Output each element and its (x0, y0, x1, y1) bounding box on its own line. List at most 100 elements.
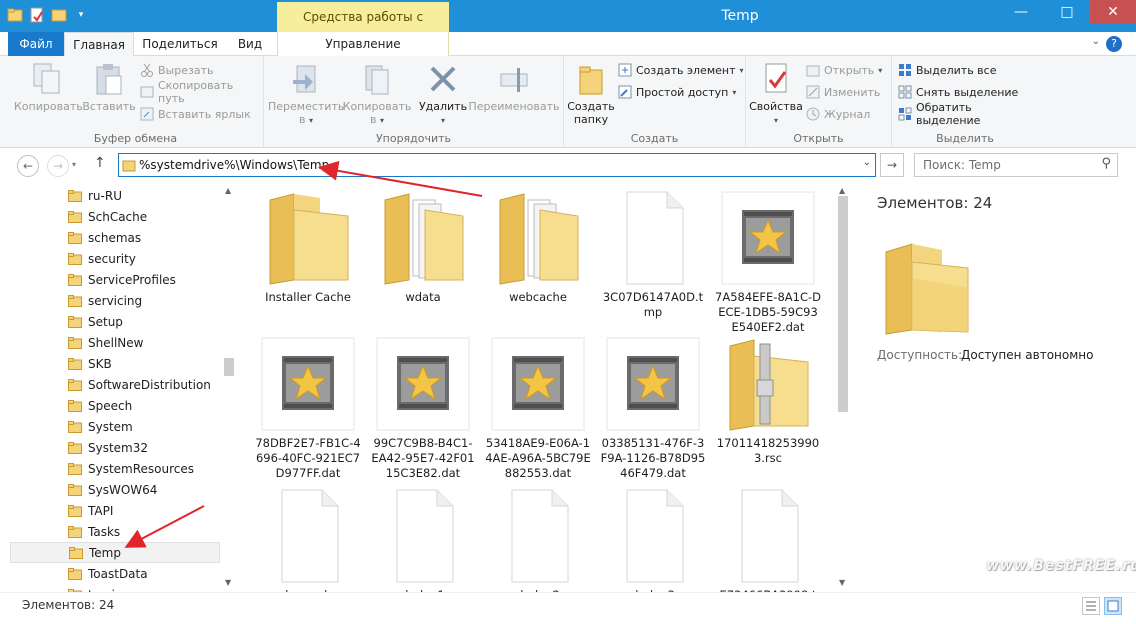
ribbon-expand-icon[interactable]: ⌄ (1092, 36, 1100, 47)
address-dropdown-icon[interactable]: ⌄ (863, 157, 871, 168)
watermark: www.BestFREE.ru (986, 558, 1136, 574)
copy-icon (30, 60, 64, 96)
paste-button[interactable]: Вставить (82, 60, 136, 113)
address-path[interactable]: %systemdrive%\Windows\Temp (139, 158, 329, 172)
tree-item-label: Tasks (88, 524, 121, 539)
properties-button[interactable]: Свойства ▾ (748, 60, 804, 127)
move-to-button[interactable]: Переместить в ▾ (268, 60, 344, 127)
maximize-button[interactable]: □ (1044, 0, 1090, 24)
forward-button[interactable]: → (47, 155, 69, 177)
file-name: 53418AE9-E06A-14AE-A96A-5BC79E882553.dat (485, 436, 591, 480)
tree-item-setup[interactable]: Setup (10, 311, 220, 332)
file-item[interactable]: 03385131-476F-3F9A-1126-B78D9546F479.dat (598, 336, 708, 481)
copy-path-label: Скопировать путь (158, 79, 234, 105)
refresh-button[interactable]: → (880, 153, 904, 177)
tree-item-tasks[interactable]: Tasks (10, 521, 220, 542)
tree-item-system[interactable]: System (10, 416, 220, 437)
cut-label: Вырезать (158, 63, 214, 77)
tree-item-toastdata[interactable]: ToastData (10, 563, 220, 584)
up-button[interactable]: ↑ (94, 155, 106, 171)
file-item[interactable]: 53418AE9-E06A-14AE-A96A-5BC79E882553.dat (483, 336, 593, 481)
file-thumbnail (375, 336, 471, 432)
address-bar[interactable]: %systemdrive%\Windows\Temp ⌄ (118, 153, 876, 177)
recent-locations-icon[interactable]: ▾ (72, 160, 76, 169)
tree-item-skb[interactable]: SKB (10, 353, 220, 374)
scroll-up-icon[interactable]: ▲ (225, 186, 231, 195)
select-all-button[interactable]: Выделить все (898, 60, 996, 80)
file-item[interactable]: E73466BA3998.tm (713, 488, 823, 592)
files-scroll-up-icon[interactable]: ▲ (839, 186, 845, 195)
tree-item-serviceprofiles[interactable]: ServiceProfiles (10, 269, 220, 290)
file-item[interactable]: drvlog1 (368, 488, 478, 592)
easy-access-button[interactable]: Простой доступ ▾ (618, 82, 736, 102)
navigation-pane-scrollbar[interactable]: ▲ ▼ (222, 182, 236, 592)
help-icon[interactable]: ? (1106, 36, 1122, 52)
tree-item-schemas[interactable]: schemas (10, 227, 220, 248)
new-item-button[interactable]: Создать элемент ▾ (618, 60, 744, 80)
file-list-scrollbar[interactable]: ▲ ▼ (836, 182, 850, 592)
details-view-button[interactable] (1082, 597, 1100, 615)
file-item[interactable]: 78DBF2E7-FB1C-4696-40FC-921EC7D977FF.dat (253, 336, 363, 481)
copy-button[interactable]: Копировать (14, 60, 83, 113)
open-button[interactable]: Открыть ▾ (806, 60, 882, 80)
file-item[interactable]: 99C7C9B8-B4C1-EA42-95E7-42F0115C3E82.dat (368, 336, 478, 481)
properties-qat-icon[interactable] (28, 6, 46, 24)
tree-item-speech[interactable]: Speech (10, 395, 220, 416)
file-item[interactable]: drvlog2 (483, 488, 593, 592)
tab-file[interactable]: Файл (8, 32, 64, 56)
edit-icon (806, 85, 820, 99)
blank-file-icon (511, 489, 569, 583)
file-item[interactable]: 170114182539903.rsc (713, 336, 823, 466)
copy-path-button[interactable]: Скопировать путь (140, 79, 263, 105)
file-item[interactable]: 3C07D6147A0D.tmp (598, 190, 708, 320)
minimize-button[interactable]: — (998, 0, 1044, 24)
tab-manage[interactable]: Управление (277, 32, 449, 56)
tree-item-servicing[interactable]: servicing (10, 290, 220, 311)
cut-button[interactable]: Вырезать (140, 60, 213, 80)
qat-customize-icon[interactable]: ▾ (72, 6, 90, 24)
file-list-scroll-thumb[interactable] (838, 196, 848, 412)
new-folder-qat-icon[interactable] (50, 6, 68, 24)
file-item[interactable]: drvlog3 (598, 488, 708, 592)
tree-item-syswow64[interactable]: SysWOW64 (10, 479, 220, 500)
tree-item-shellnew[interactable]: ShellNew (10, 332, 220, 353)
scroll-down-icon[interactable]: ▼ (225, 578, 231, 587)
invert-selection-button[interactable]: Обратить выделение (898, 101, 1038, 127)
copy-to-button[interactable]: Копировать в ▾ (342, 60, 412, 127)
tab-home[interactable]: Главная (64, 32, 134, 57)
close-button[interactable]: ✕ (1090, 0, 1136, 24)
tree-item-schcache[interactable]: SchCache (10, 206, 220, 227)
new-folder-button[interactable]: Создать папку (566, 60, 616, 126)
large-icons-view-button[interactable] (1104, 597, 1122, 615)
files-scroll-down-icon[interactable]: ▼ (839, 578, 845, 587)
paste-shortcut-button[interactable]: Вставить ярлык (140, 104, 251, 124)
tree-item-ru-ru[interactable]: ru-RU (10, 185, 220, 206)
tree-item-tapi[interactable]: TAPI (10, 500, 220, 521)
search-icon[interactable]: ⚲ (1101, 156, 1111, 171)
history-label: Журнал (824, 107, 871, 121)
tree-item-tracing[interactable]: tracing (10, 584, 220, 592)
select-none-button[interactable]: Снять выделение (898, 82, 1018, 102)
delete-button[interactable]: Удалить ▾ (414, 60, 472, 127)
back-button[interactable]: ← (17, 155, 39, 177)
edit-button[interactable]: Изменить (806, 82, 880, 102)
navigation-scroll-thumb[interactable] (224, 358, 234, 376)
tree-item-systemresources[interactable]: SystemResources (10, 458, 220, 479)
file-item[interactable]: Installer Cache (253, 190, 363, 305)
tree-item-security[interactable]: security (10, 248, 220, 269)
up-arrow-icon: ↑ (94, 155, 106, 171)
tree-item-system32[interactable]: System32 (10, 437, 220, 458)
move-to-dropdown-icon: ▾ (308, 116, 313, 125)
tab-share[interactable]: Поделиться (140, 32, 220, 56)
rename-button[interactable]: Переименовать (468, 60, 560, 113)
search-input[interactable]: Поиск: Temp ⚲ (914, 153, 1118, 177)
tab-view[interactable]: Вид (226, 32, 274, 56)
file-item[interactable]: 7A584EFE-8A1C-DECE-1DB5-59C93E540EF2.dat (713, 190, 823, 335)
tree-item-softwaredistribution[interactable]: SoftwareDistribution (10, 374, 220, 395)
file-item[interactable]: webcache (483, 190, 593, 305)
file-item[interactable]: wdata (368, 190, 478, 305)
tree-item-temp[interactable]: Temp (10, 542, 220, 563)
file-item[interactable]: bg.wmk (253, 488, 363, 592)
history-button[interactable]: Журнал (806, 104, 870, 124)
folder-icon (68, 252, 82, 265)
